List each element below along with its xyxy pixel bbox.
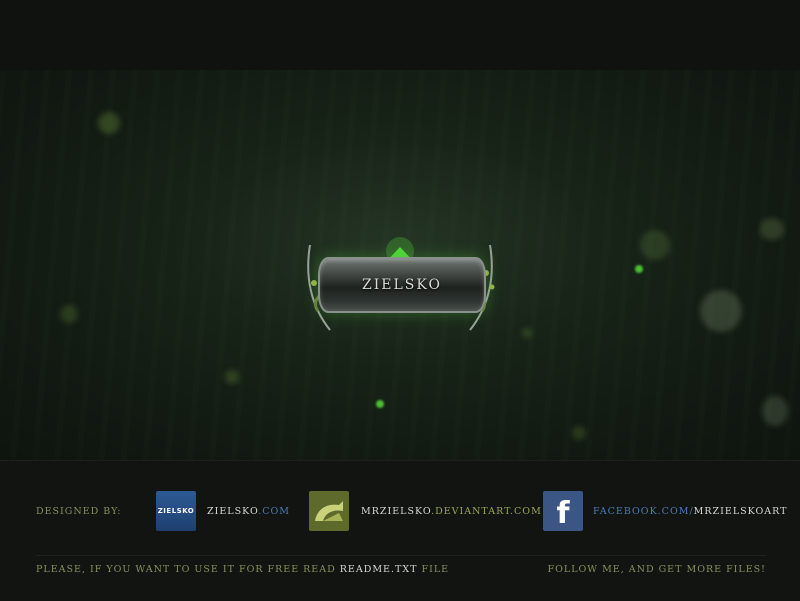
zielsko-logo-icon[interactable]: ZIELSKO: [156, 491, 196, 531]
zielsko-emblem: ZIELSKO: [300, 235, 500, 340]
zielsko-link[interactable]: ZIELSKO.COM: [207, 506, 290, 517]
bokeh-light: [640, 230, 670, 260]
readme-file-name: README.TXT: [339, 564, 418, 575]
bokeh-light: [700, 290, 742, 332]
bokeh-light: [376, 400, 384, 408]
follow-text: FOLLOW ME, AND GET MORE FILES!: [547, 564, 766, 575]
emblem-plate: ZIELSKO: [318, 257, 486, 313]
emblem-title: ZIELSKO: [362, 277, 442, 293]
top-band: [0, 0, 800, 70]
bokeh-light: [98, 112, 120, 134]
facebook-icon[interactable]: f: [543, 491, 583, 531]
footer-divider: [36, 555, 766, 556]
designed-by-label: DESIGNED BY:: [36, 506, 122, 517]
deviantart-glyph-icon: [315, 501, 343, 521]
deviantart-icon[interactable]: [309, 491, 349, 531]
bokeh-light: [572, 426, 586, 440]
facebook-logo-glyph: f: [556, 496, 570, 531]
deviantart-link-domain: .DEVIANTART.COM: [431, 506, 542, 517]
zielsko-link-name: ZIELSKO: [207, 506, 259, 517]
bokeh-light: [762, 396, 788, 426]
zielsko-link-domain: .COM: [258, 506, 290, 517]
readme-note-before: PLEASE, IF YOU WANT TO USE IT FOR FREE R…: [36, 564, 336, 575]
bokeh-light: [225, 370, 239, 384]
footer: DESIGNED BY: ZIELSKO ZIELSKO.COM MRZIELS…: [0, 460, 800, 601]
readme-note: PLEASE, IF YOU WANT TO USE IT FOR FREE R…: [36, 564, 449, 575]
bokeh-light: [522, 328, 532, 338]
facebook-link-prefix: FACEBOOK.COM/: [593, 506, 694, 517]
bokeh-light: [60, 305, 78, 323]
bokeh-light: [760, 218, 784, 240]
deviantart-link[interactable]: MRZIELSKO.DEVIANTART.COM: [361, 506, 542, 517]
facebook-link-name: MRZIELSKOART: [693, 506, 788, 517]
readme-note-after: FILE: [421, 564, 450, 575]
bokeh-light: [635, 265, 643, 273]
deviantart-link-name: MRZIELSKO: [361, 506, 432, 517]
facebook-link[interactable]: FACEBOOK.COM/MRZIELSKOART: [593, 506, 787, 517]
zielsko-logo-text: ZIELSKO: [157, 507, 195, 515]
